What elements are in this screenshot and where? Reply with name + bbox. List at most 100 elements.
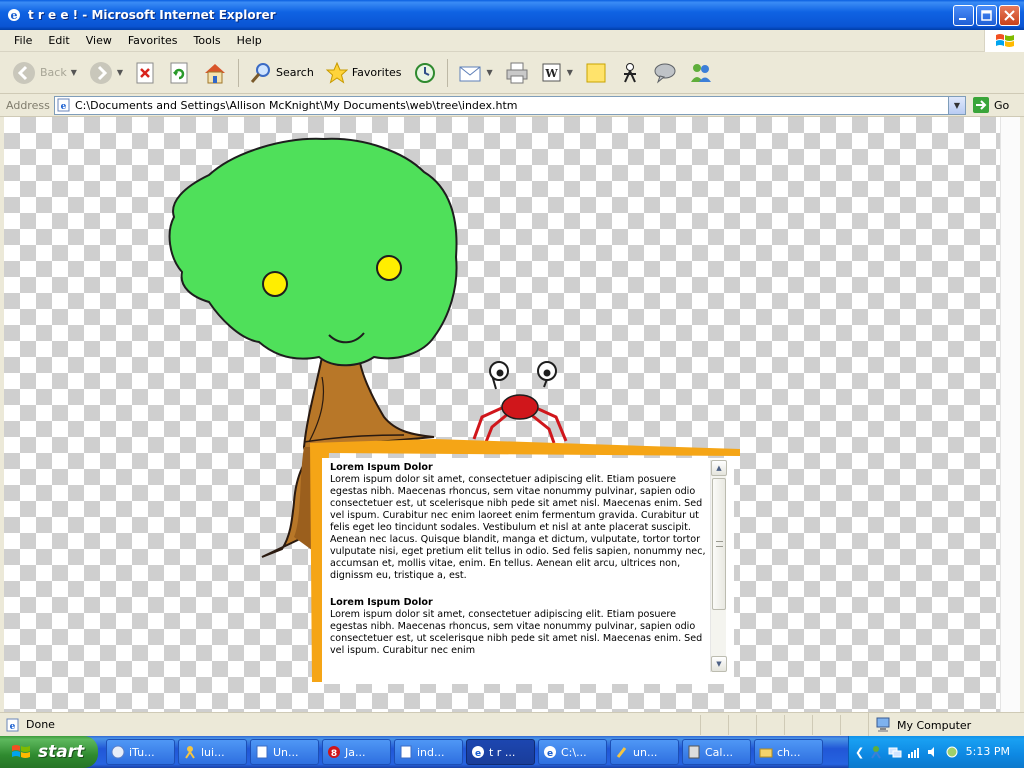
messenger-tray-icon[interactable] bbox=[869, 745, 883, 759]
internet-explorer-icon: e bbox=[8, 9, 20, 22]
text-box-content[interactable]: Lorem Ispum Dolor Lorem ispum dolor sit … bbox=[330, 462, 710, 680]
task-label: C:\... bbox=[561, 745, 587, 759]
search-icon bbox=[250, 62, 271, 83]
task-tree-browser[interactable]: e t r ... bbox=[466, 739, 535, 765]
search-button[interactable]: Search bbox=[246, 56, 318, 90]
forward-button[interactable]: ▼ bbox=[85, 56, 127, 90]
status-text: Done bbox=[26, 718, 55, 731]
internet-explorer-icon: e bbox=[472, 746, 484, 759]
menu-view[interactable]: View bbox=[78, 34, 120, 47]
task-label: lui... bbox=[201, 745, 225, 759]
task-label: ind... bbox=[417, 745, 445, 759]
menu-edit[interactable]: Edit bbox=[40, 34, 77, 47]
word-icon: W bbox=[542, 63, 561, 81]
clock[interactable]: 5:13 PM bbox=[966, 745, 1010, 758]
discuss-button[interactable] bbox=[581, 56, 611, 90]
address-url[interactable]: C:\Documents and Settings\Allison McKnig… bbox=[75, 99, 518, 112]
task-folder[interactable]: ch... bbox=[754, 739, 823, 765]
page-done-icon: e bbox=[6, 718, 19, 732]
status-bar: e Done My Computer bbox=[0, 712, 1024, 737]
windows-flag-icon bbox=[12, 745, 30, 758]
windows-logo bbox=[984, 30, 1024, 52]
minimize-button[interactable] bbox=[953, 5, 974, 26]
task-messenger[interactable]: lui... bbox=[178, 739, 247, 765]
history-icon bbox=[414, 62, 435, 83]
menu-help[interactable]: Help bbox=[229, 34, 270, 47]
close-button[interactable] bbox=[999, 5, 1020, 26]
text-box-scrollbar[interactable]: ▲ ▼ bbox=[710, 460, 727, 672]
title-bar[interactable]: e t r e e ! - Microsoft Internet Explore… bbox=[0, 0, 1024, 30]
task-calculator[interactable]: Cal... bbox=[682, 739, 751, 765]
messenger-button[interactable] bbox=[615, 56, 645, 90]
task-group[interactable]: 8 Ja... bbox=[322, 739, 391, 765]
task-badge: 8 bbox=[331, 749, 337, 759]
brush-icon bbox=[616, 747, 627, 758]
task-label: Ja... bbox=[345, 745, 366, 759]
print-button[interactable] bbox=[501, 56, 533, 90]
chevron-down-icon: ▼ bbox=[953, 100, 961, 110]
mail-dropdown-icon[interactable]: ▼ bbox=[487, 68, 493, 77]
status-panel bbox=[700, 715, 728, 735]
stop-icon bbox=[136, 62, 154, 83]
maximize-button[interactable] bbox=[976, 5, 997, 26]
task-paint[interactable]: un... bbox=[610, 739, 679, 765]
toolbar-separator bbox=[446, 58, 448, 87]
go-arrow-icon bbox=[973, 97, 989, 113]
edit-dropdown-icon[interactable]: ▼ bbox=[567, 68, 573, 77]
back-button[interactable]: Back ▼ bbox=[8, 56, 81, 90]
safely-remove-tray-icon[interactable] bbox=[945, 745, 959, 759]
forward-dropdown-icon[interactable]: ▼ bbox=[117, 68, 123, 77]
tray-expand-icon[interactable]: ❮ bbox=[855, 746, 864, 759]
home-icon bbox=[205, 63, 226, 83]
volume-tray-icon[interactable] bbox=[926, 745, 940, 759]
network-tray-icon[interactable] bbox=[888, 745, 902, 759]
menu-favorites[interactable]: Favorites bbox=[120, 34, 186, 47]
status-panel bbox=[756, 715, 784, 735]
page-scrollbar[interactable] bbox=[1000, 117, 1020, 712]
page-icon: e bbox=[57, 98, 70, 112]
page-content[interactable]: Lorem Ispum Dolor Lorem ispum dolor sit … bbox=[4, 117, 1000, 712]
contacts-button[interactable] bbox=[685, 56, 717, 90]
favorites-button[interactable]: Favorites bbox=[322, 56, 406, 90]
status-panel bbox=[812, 715, 840, 735]
research-button[interactable] bbox=[649, 56, 681, 90]
task-index[interactable]: ind... bbox=[394, 739, 463, 765]
scroll-up-button[interactable]: ▲ bbox=[711, 460, 727, 476]
address-dropdown-button[interactable]: ▼ bbox=[948, 96, 965, 114]
task-label: Cal... bbox=[705, 745, 733, 759]
window-title: t r e e ! - Microsoft Internet Explorer bbox=[28, 8, 276, 22]
section-heading: Lorem Ispum Dolor bbox=[330, 597, 433, 608]
task-itunes[interactable]: iTu... bbox=[106, 739, 175, 765]
star-icon bbox=[325, 61, 348, 84]
history-button[interactable] bbox=[410, 56, 440, 90]
edit-button[interactable]: W ▼ bbox=[537, 56, 577, 90]
status-panel bbox=[840, 715, 868, 735]
task-explorer[interactable]: e C:\... bbox=[538, 739, 607, 765]
refresh-button[interactable] bbox=[165, 56, 195, 90]
refresh-icon bbox=[170, 62, 188, 83]
badge-icon: 8 bbox=[328, 746, 340, 759]
mail-button[interactable]: ▼ bbox=[455, 56, 497, 90]
address-bar: Address e C:\Documents and Settings\Alli… bbox=[0, 94, 1024, 117]
system-tray: ❮ 5:13 PM bbox=[848, 736, 1024, 768]
menu-file[interactable]: File bbox=[6, 34, 40, 47]
mail-icon bbox=[459, 66, 481, 81]
task-document[interactable]: Un... bbox=[250, 739, 319, 765]
go-button[interactable]: Go bbox=[972, 96, 1009, 114]
signal-tray-icon[interactable] bbox=[907, 745, 921, 759]
address-input[interactable]: e C:\Documents and Settings\Allison McKn… bbox=[54, 95, 966, 115]
menu-tools[interactable]: Tools bbox=[186, 34, 229, 47]
security-zone[interactable]: My Computer bbox=[868, 713, 1024, 737]
stop-button[interactable] bbox=[131, 56, 161, 90]
scroll-down-button[interactable]: ▼ bbox=[711, 656, 727, 672]
speech-bubble-icon bbox=[654, 63, 676, 84]
document-icon bbox=[256, 745, 268, 759]
folder-icon bbox=[759, 748, 773, 758]
scroll-thumb[interactable] bbox=[712, 478, 726, 610]
start-button[interactable]: start bbox=[0, 736, 98, 768]
back-dropdown-icon[interactable]: ▼ bbox=[71, 68, 77, 77]
windows-flag-icon bbox=[995, 34, 1014, 47]
svg-text:e: e bbox=[11, 9, 18, 22]
home-button[interactable] bbox=[199, 56, 231, 90]
address-label: Address bbox=[6, 98, 50, 112]
